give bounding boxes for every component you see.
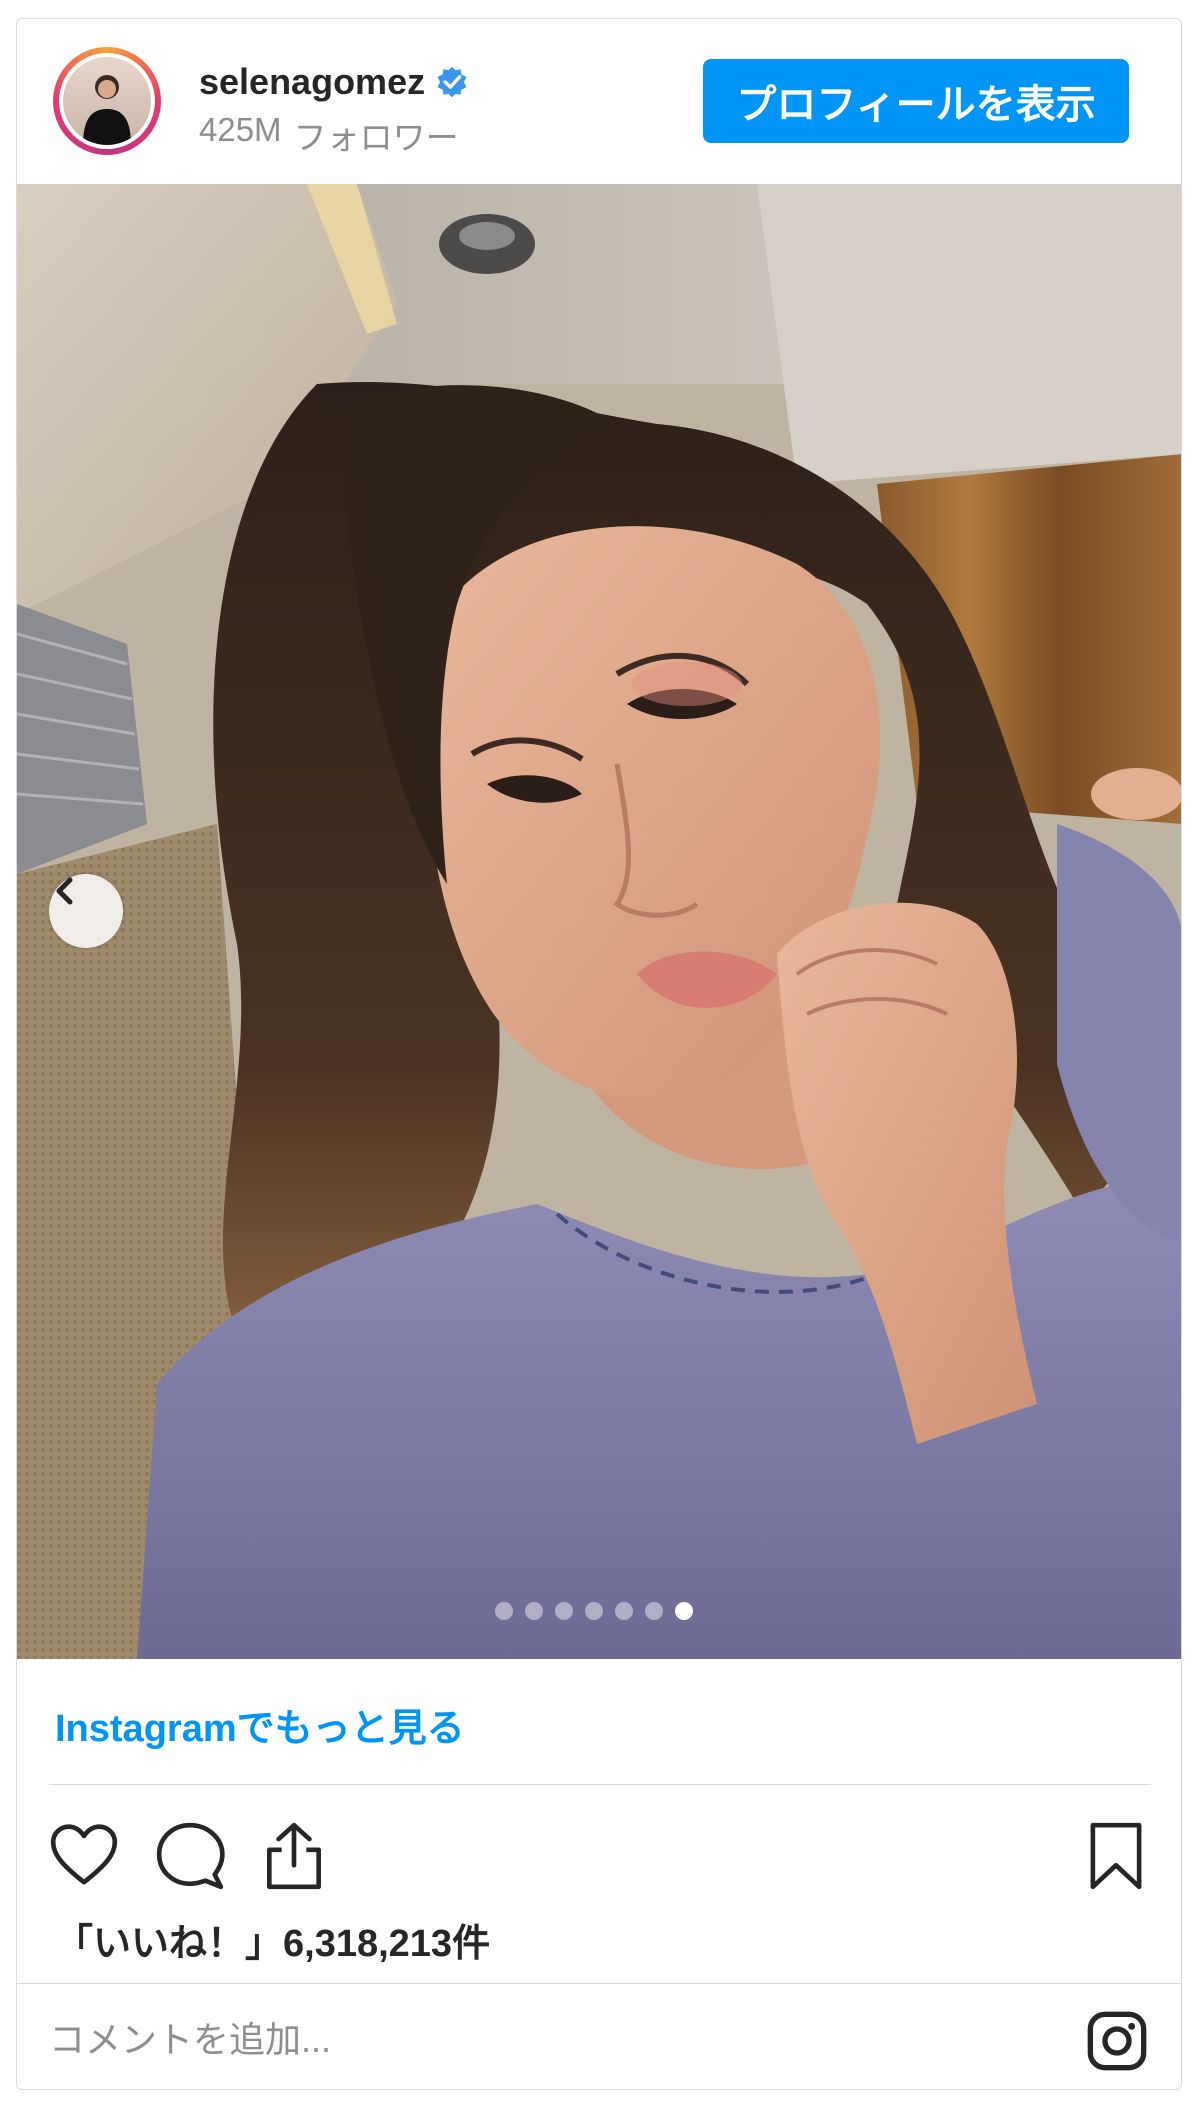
divider	[17, 1983, 1181, 1984]
carousel-dot	[495, 1602, 513, 1620]
avatar[interactable]	[53, 47, 161, 155]
like-count[interactable]: 「いいね！」6,318,213件	[55, 1912, 490, 1967]
comment-bubble-icon[interactable]	[153, 1819, 227, 1893]
avatar-photo	[83, 75, 131, 145]
action-bar	[17, 1809, 1181, 1899]
instagram-icon[interactable]	[1085, 2009, 1149, 2073]
heart-icon[interactable]	[47, 1819, 121, 1893]
likes-number: 6,318,213件	[283, 1923, 491, 1965]
carousel-indicator	[495, 1602, 693, 1620]
post-header: selenagomez 425M フォロワー プロフィールを表示	[17, 19, 1181, 184]
carousel-dot	[555, 1602, 573, 1620]
follower-count: 425M フォロワー	[199, 111, 459, 159]
carousel-dot	[615, 1602, 633, 1620]
carousel-dot	[525, 1602, 543, 1620]
carousel-dot	[645, 1602, 663, 1620]
carousel-prev-button[interactable]	[49, 874, 123, 948]
comment-input[interactable]	[47, 2004, 951, 2076]
post-image[interactable]	[17, 184, 1181, 1659]
followers-number: 425M	[199, 111, 282, 148]
view-more-on-instagram-link[interactable]: Instagramでもっと見る	[55, 1697, 465, 1752]
selfie-photo	[17, 184, 1181, 1659]
followers-label: フォロワー	[293, 119, 459, 156]
chevron-left-icon	[56, 877, 73, 905]
view-profile-button[interactable]: プロフィールを表示	[703, 59, 1129, 143]
likes-prefix: 「いいね！」	[55, 1923, 284, 1965]
bookmark-icon[interactable]	[1079, 1819, 1153, 1893]
username-text[interactable]: selenagomez	[199, 61, 425, 103]
divider	[49, 1784, 1151, 1785]
instagram-embed-card: selenagomez 425M フォロワー プロフィールを表示 Instagr…	[16, 18, 1182, 2090]
share-upload-icon[interactable]	[257, 1819, 331, 1893]
carousel-dot	[675, 1602, 693, 1620]
carousel-dot	[585, 1602, 603, 1620]
username[interactable]: selenagomez	[199, 61, 469, 103]
verified-badge-icon	[437, 66, 467, 98]
